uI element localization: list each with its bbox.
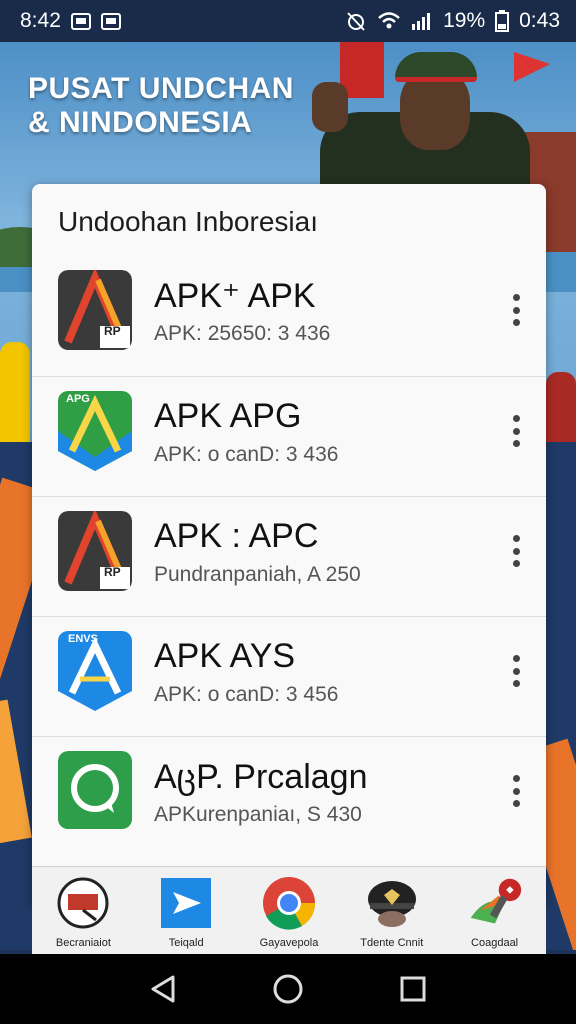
- app-icon-badge: APG: [66, 393, 90, 405]
- dock-item[interactable]: Coagdaal: [447, 875, 543, 949]
- dock-item[interactable]: Becraniaiot: [35, 875, 131, 949]
- recents-square-icon: [400, 976, 426, 1002]
- app-name: APK⁺ APK: [154, 277, 316, 315]
- app-subtitle: APK: o canD: 3 456: [154, 683, 339, 706]
- soldier-helmet-icon: [364, 875, 420, 931]
- person-right: [546, 372, 576, 442]
- more-vert-icon[interactable]: [510, 415, 522, 447]
- app-dock: Becraniaiot Teiqald Gayavepola Tdente Cn…: [32, 866, 546, 954]
- dark-red-a-icon: [58, 270, 132, 350]
- app-list: RP APK⁺ APK APK: 25650: 3 436 APG APK AP…: [32, 256, 546, 856]
- more-vert-icon[interactable]: [510, 775, 522, 807]
- app-subtitle: APK: o canD: 3 436: [154, 443, 339, 466]
- signal-icon: [412, 13, 431, 30]
- clock-icon: [55, 875, 111, 931]
- battery-icon: [495, 10, 510, 32]
- battery-percent: 19%: [443, 9, 486, 32]
- app-list-item[interactable]: RP APK : APC Pundranpaniah, A 250: [32, 496, 546, 616]
- flag-badge-icon: [467, 875, 523, 931]
- soldier-figure: [300, 42, 530, 202]
- app-subtitle: Pundranpaniah, A 250: [154, 563, 361, 586]
- app-name: AცP. Prcalagn: [154, 758, 368, 796]
- status-bar: 8:42 19% 0:43: [0, 0, 576, 42]
- app-name: APK : APC: [154, 517, 319, 555]
- chrome-icon: [261, 875, 317, 931]
- banner-title-line1: PUSAT UNDCHAN: [28, 72, 294, 105]
- banner-title-line2: & NINDONESIA: [28, 106, 253, 139]
- app-icon-badge: ENVS: [68, 633, 98, 645]
- home-circle-icon: [273, 974, 303, 1004]
- person-left: [0, 342, 30, 442]
- dock-item[interactable]: Gayavepola: [241, 875, 337, 949]
- app-icon-badge: RP: [104, 565, 121, 579]
- dock-label: Tdente Cnnit: [360, 937, 424, 949]
- app-name: APK AYS: [154, 637, 296, 675]
- alarm-off-icon: [347, 12, 365, 31]
- dock-item[interactable]: Tdente Cnnit: [344, 875, 440, 949]
- app-list-item[interactable]: AცP. Prcalagn APKurenpaniaı, S 430: [32, 736, 546, 856]
- navigation-bar: [0, 954, 576, 1024]
- app-list-item[interactable]: RP APK⁺ APK APK: 25650: 3 436: [32, 256, 546, 376]
- app-list-item[interactable]: ENVS APK AYS APK: o canD: 3 456: [32, 616, 546, 736]
- dock-label: Coagdaal: [471, 937, 519, 949]
- app-name: APK APG: [154, 397, 302, 435]
- dock-item[interactable]: Teiqald: [138, 875, 234, 949]
- app-subtitle: APKurenpaniaı, S 430: [154, 803, 362, 826]
- more-vert-icon[interactable]: [510, 535, 522, 567]
- more-vert-icon[interactable]: [510, 655, 522, 687]
- card-title: Undoohan Inboresiaı: [58, 206, 318, 237]
- app-subtitle: APK: 25650: 3 436: [154, 322, 331, 345]
- home-button[interactable]: [268, 969, 308, 1009]
- dock-label: Gayavepola: [259, 937, 319, 949]
- app-list-item[interactable]: APG APK APG APK: o canD: 3 436: [32, 376, 546, 496]
- play-arrow-icon: [158, 875, 214, 931]
- recents-button[interactable]: [393, 969, 433, 1009]
- screen-notification-icon: [100, 12, 121, 30]
- back-button[interactable]: [143, 969, 183, 1009]
- more-vert-icon[interactable]: [510, 294, 522, 326]
- back-triangle-icon: [151, 975, 175, 1003]
- app-icon-badge: RP: [104, 324, 121, 338]
- status-clock-right: 0:43: [519, 9, 560, 32]
- photo-notification-icon: [70, 12, 91, 30]
- wifi-icon: [378, 12, 400, 29]
- banner-title: PUSAT UNDCHAN & NINDONESIA: [28, 72, 294, 140]
- dark-red-a-icon: [58, 511, 132, 591]
- dock-label: Becraniaiot: [55, 937, 111, 949]
- green-chat-icon: [58, 751, 132, 831]
- dock-label: Teiqald: [168, 937, 204, 949]
- status-time: 8:42: [20, 9, 61, 32]
- app-list-card: Undoohan Inboresiaı RP APK⁺ APK APK: 256…: [32, 184, 546, 904]
